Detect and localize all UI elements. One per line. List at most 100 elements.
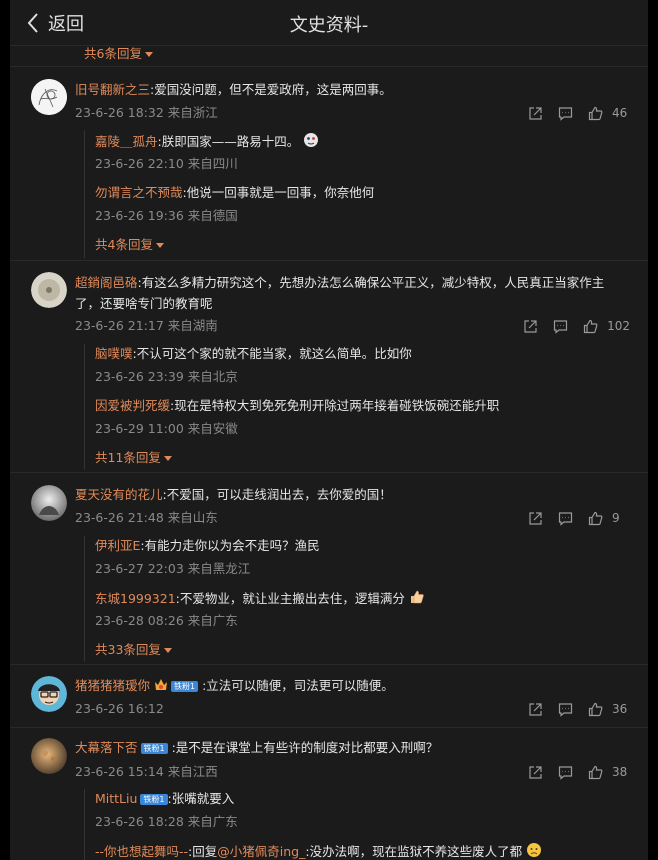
like-button[interactable] bbox=[575, 317, 605, 335]
reply: 因爱被判死缓:现在是特权大到免死免刑开除过两年接着碰铁饭碗还能升职 bbox=[95, 397, 499, 415]
avatar[interactable] bbox=[31, 272, 67, 308]
app-frame: 返回 文史资料- 共6条回复 旧号翻新之三:爱国没问题，但不是爱政府，这是两回事… bbox=[10, 0, 648, 860]
share-button[interactable] bbox=[520, 763, 550, 781]
avatar[interactable] bbox=[31, 79, 67, 115]
username[interactable]: 超銷阁邑硌 bbox=[75, 275, 138, 290]
username[interactable]: 猪猪猪猪瑷你 bbox=[75, 678, 150, 693]
comment-actions: 38 bbox=[520, 763, 630, 781]
reply-text-prefix: :回复 bbox=[188, 844, 218, 859]
share-icon bbox=[528, 106, 542, 120]
page-title: 文史资料- bbox=[289, 15, 369, 36]
like-icon bbox=[588, 765, 602, 779]
reply-text: :不认可这个家的就不能当家，就这么简单。比如你 bbox=[132, 346, 412, 361]
reply-button[interactable] bbox=[550, 763, 580, 781]
like-button[interactable] bbox=[580, 509, 610, 527]
reply-text: :朕即国家——路易十四。 bbox=[157, 134, 300, 149]
comment-meta: 23-6-26 21:48 来自山东 bbox=[75, 510, 218, 525]
divider bbox=[10, 664, 648, 665]
reply-text: :他说一回事就是一回事，你奈他何 bbox=[182, 185, 375, 200]
reply-list: 嘉陵＿孤舟:朕即国家——路易十四。 23-6-26 22:10 来自四川 勿谓言… bbox=[84, 130, 634, 258]
reply-text: :张嘴就要入 bbox=[167, 791, 235, 806]
reply: 伊利亚E:有能力走你以为会不走吗？渔民 bbox=[95, 537, 320, 555]
more-replies-button[interactable]: 共33条回复 bbox=[95, 641, 172, 659]
reply-meta: 23-6-26 23:39 来自北京 bbox=[95, 369, 238, 384]
like-count: 9 bbox=[612, 511, 620, 525]
reply-meta: 23-6-26 18:28 来自广东 bbox=[95, 814, 238, 829]
like-count: 102 bbox=[607, 319, 630, 333]
reply-meta: 23-6-29 11:00 来自安徽 bbox=[95, 421, 238, 436]
fan-badge: 铁粉1 bbox=[140, 743, 168, 754]
reply-meta: 23-6-28 08:26 来自广东 bbox=[95, 613, 238, 628]
comment-actions: 9 bbox=[520, 509, 630, 527]
reply-username[interactable]: 嘉陵＿孤舟 bbox=[95, 134, 158, 149]
share-button[interactable] bbox=[515, 317, 545, 335]
fan-crown-icon bbox=[154, 678, 168, 696]
reply: --你也想起舞吗--:回复@小猪佩奇ing_:没办法啊，现在监狱不养这些废人了都 bbox=[95, 842, 542, 860]
thumbs-up-emoji-icon bbox=[409, 589, 425, 610]
comment-icon bbox=[558, 511, 572, 526]
reply-username[interactable]: 因爱被判死缓 bbox=[95, 398, 170, 413]
comment-meta: 23-6-26 16:12 bbox=[75, 701, 164, 716]
reply-button[interactable] bbox=[550, 104, 580, 122]
comment-meta: 23-6-26 21:17 来自湖南 bbox=[75, 318, 218, 333]
fan-badge: 铁粉1 bbox=[140, 794, 168, 805]
comment-meta: 23-6-26 18:32 来自浙江 bbox=[75, 105, 218, 120]
reply-meta: 23-6-26 22:10 来自四川 bbox=[95, 156, 238, 171]
like-button[interactable] bbox=[580, 700, 610, 718]
reply-list: MittLiu 铁粉1:张嘴就要入 23-6-26 18:28 来自广东 --你也… bbox=[84, 789, 634, 860]
reply-username[interactable]: 东城1999321 bbox=[95, 591, 176, 606]
reply-username[interactable]: 伊利亚E bbox=[95, 538, 140, 553]
reply-text: :没办法啊，现在监狱不养这些废人了都 bbox=[305, 844, 523, 859]
like-icon bbox=[588, 511, 602, 525]
reply-username[interactable]: 脑噗噗 bbox=[95, 346, 133, 361]
fan-badge: 铁粉1 bbox=[171, 681, 199, 692]
reply-meta: 23-6-26 19:36 来自德国 bbox=[95, 208, 238, 223]
username[interactable]: 旧号翻新之三 bbox=[75, 82, 150, 97]
top-more-replies[interactable]: 共6条回复 bbox=[84, 45, 153, 63]
reply: 东城1999321:不爱物业，就让业主搬出去住，逻辑满分 bbox=[95, 589, 425, 610]
more-replies-button[interactable]: 共4条回复 bbox=[95, 236, 164, 254]
reply-username[interactable]: MittLiu bbox=[95, 791, 137, 806]
comment-text: :爱国没问题，但不是爱政府，这是两回事。 bbox=[150, 82, 392, 97]
share-button[interactable] bbox=[520, 509, 550, 527]
more-replies-button[interactable]: 共11条回复 bbox=[95, 449, 172, 467]
comment-meta: 23-6-26 15:14 来自江西 bbox=[75, 764, 218, 779]
avatar[interactable] bbox=[31, 676, 67, 712]
reply: MittLiu 铁粉1:张嘴就要入 bbox=[95, 790, 234, 808]
username[interactable]: 夏天没有的花儿 bbox=[75, 487, 163, 502]
sad-face-emoji-icon bbox=[526, 842, 542, 860]
like-button[interactable] bbox=[580, 104, 610, 122]
like-button[interactable] bbox=[580, 763, 610, 781]
share-button[interactable] bbox=[520, 104, 550, 122]
like-count: 36 bbox=[612, 702, 628, 716]
like-icon bbox=[588, 702, 602, 716]
share-icon bbox=[528, 511, 542, 525]
share-button[interactable] bbox=[520, 700, 550, 718]
reply-list: 脑噗噗:不认可这个家的就不能当家，就这么简单。比如你 23-6-26 23:39… bbox=[84, 344, 634, 470]
reply-button[interactable] bbox=[545, 317, 575, 335]
username[interactable]: 大幕落下否 bbox=[75, 740, 138, 755]
comment-text: :是不是在课堂上有些许的制度对比都要入刑啊？ bbox=[171, 740, 439, 755]
reply-button[interactable] bbox=[550, 509, 580, 527]
divider bbox=[10, 260, 648, 261]
comment-actions: 102 bbox=[515, 317, 630, 335]
comment-text: :不爱国，可以走线润出去，去你爱的国！ bbox=[162, 487, 392, 502]
like-count: 38 bbox=[612, 765, 628, 779]
comment-text-continued: 了，还要啥专门的教育呢 bbox=[75, 296, 213, 311]
like-icon bbox=[588, 106, 602, 120]
like-icon bbox=[583, 319, 598, 333]
share-icon bbox=[523, 319, 537, 333]
top-bar: 返回 文史资料- bbox=[10, 0, 648, 46]
avatar[interactable] bbox=[31, 738, 67, 774]
comment-actions: 46 bbox=[520, 104, 630, 122]
reply-username[interactable]: 勿谓言之不预哉 bbox=[95, 185, 183, 200]
reply: 勿谓言之不预哉:他说一回事就是一回事，你奈他何 bbox=[95, 184, 374, 202]
reply-button[interactable] bbox=[550, 700, 580, 718]
mention-link[interactable]: @小猪佩奇ing_ bbox=[217, 844, 305, 859]
reply-username[interactable]: --你也想起舞吗-- bbox=[95, 844, 188, 859]
comment-actions: 36 bbox=[520, 700, 630, 718]
avatar[interactable] bbox=[31, 485, 67, 521]
reply-list: 伊利亚E:有能力走你以为会不走吗？渔民 23-6-27 22:03 来自黑龙江 … bbox=[84, 536, 634, 662]
share-icon bbox=[528, 765, 542, 779]
reply-text: :有能力走你以为会不走吗？渔民 bbox=[140, 538, 320, 553]
